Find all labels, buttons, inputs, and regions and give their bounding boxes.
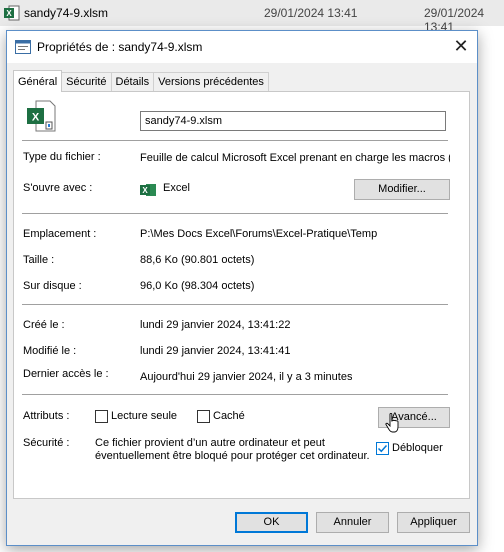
svg-text:X: X (142, 186, 148, 195)
size-label: Taille : (23, 254, 55, 266)
ok-button[interactable]: OK (235, 512, 308, 533)
security-message-line1: Ce fichier provient d’un autre ordinateu… (95, 437, 325, 449)
tab-previous-versions[interactable]: Versions précédentes (153, 72, 269, 92)
change-app-button[interactable]: Modifier... (354, 179, 450, 200)
explorer-filename[interactable]: sandy74-9.xlsm (24, 6, 108, 20)
security-label: Sécurité : (23, 437, 70, 449)
properties-dialog: Propriétés de : sandy74-9.xlsm ✕ Général… (6, 30, 478, 546)
attributes-label: Attributs : (23, 410, 70, 422)
unblock-label[interactable]: Débloquer (392, 442, 443, 454)
title-bar[interactable]: Propriétés de : sandy74-9.xlsm ✕ (7, 31, 477, 63)
close-button[interactable]: ✕ (445, 31, 477, 63)
excel-file-icon: X (4, 5, 20, 21)
excel-app-icon: X (140, 184, 156, 196)
properties-icon (15, 40, 31, 54)
divider (22, 213, 448, 214)
filename-input[interactable] (140, 111, 446, 131)
file-type-label: Type du fichier : (23, 151, 101, 163)
explorer-file-row[interactable]: X sandy74-9.xlsm 29/01/2024 13:41 29/01/… (0, 0, 504, 34)
size-on-disk-label: Sur disque : (23, 280, 82, 292)
general-panel: X Type du fichier : Feuille de calcul Mi… (13, 91, 470, 499)
readonly-checkbox[interactable] (95, 410, 108, 423)
checkmark-icon (377, 444, 388, 453)
hidden-label[interactable]: Caché (213, 410, 245, 422)
mouse-pointer-icon (385, 413, 399, 433)
divider (22, 140, 448, 141)
security-message-line2: éventuellement être bloqué pour protéger… (95, 450, 370, 462)
divider (22, 304, 448, 305)
location-value: P:\Mes Docs Excel\Forums\Excel-Pratique\… (140, 228, 378, 240)
svg-text:X: X (32, 112, 40, 124)
dialog-title: Propriétés de : sandy74-9.xlsm (37, 40, 203, 54)
opens-with-label: S'ouvre avec : (23, 182, 93, 194)
apply-button[interactable]: Appliquer (397, 512, 470, 533)
created-value: lundi 29 janvier 2024, 13:41:22 (140, 319, 291, 331)
unblock-checkbox[interactable] (376, 442, 389, 455)
tab-strip: Général Sécurité Détails Versions précéd… (13, 70, 269, 92)
opens-with-value: Excel (163, 182, 190, 194)
tab-security[interactable]: Sécurité (61, 72, 112, 92)
tab-general[interactable]: Général (13, 70, 63, 92)
divider (22, 394, 448, 395)
svg-text:X: X (6, 9, 12, 18)
explorer-date-modified: 29/01/2024 13:41 (264, 6, 358, 20)
accessed-value: Aujourd'hui 29 janvier 2024, il y a 3 mi… (140, 371, 353, 383)
modified-label: Modifié le : (23, 345, 77, 357)
readonly-label[interactable]: Lecture seule (111, 410, 177, 422)
accessed-label: Dernier accès le : (23, 368, 109, 380)
size-value: 88,6 Ko (90.801 octets) (140, 254, 255, 266)
file-type-value: Feuille de calcul Microsoft Excel prenan… (140, 152, 450, 164)
size-on-disk-value: 96,0 Ko (98.304 octets) (140, 280, 255, 292)
cancel-button[interactable]: Annuler (316, 512, 389, 533)
close-icon: ✕ (453, 36, 469, 56)
created-label: Créé le : (23, 319, 65, 331)
location-label: Emplacement : (23, 228, 97, 240)
hidden-checkbox[interactable] (197, 410, 210, 423)
excel-macro-file-icon: X (27, 100, 56, 132)
modified-value: lundi 29 janvier 2024, 13:41:41 (140, 345, 291, 357)
tab-details[interactable]: Détails (110, 72, 155, 92)
